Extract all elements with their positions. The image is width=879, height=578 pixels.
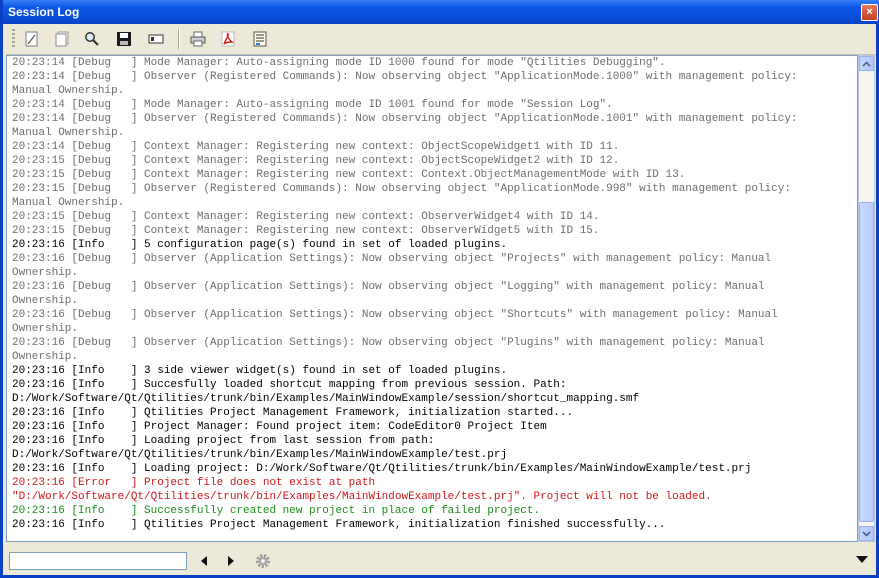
toolbar-grip[interactable] <box>12 29 15 49</box>
log-line: 20:23:15 [Debug ] Context Manager: Regis… <box>12 225 600 237</box>
bottom-bar <box>6 543 876 575</box>
log-line: 20:23:15 [Debug ] Context Manager: Regis… <box>12 155 620 167</box>
copy-icon <box>55 31 69 47</box>
scroll-down-button[interactable] <box>859 526 874 541</box>
log-line: Manual Ownership. <box>12 85 125 97</box>
log-line: 20:23:15 [Debug ] Context Manager: Regis… <box>12 211 600 223</box>
log-line: 20:23:16 [Info ] Qtilities Project Manag… <box>12 519 666 531</box>
toolbar <box>6 24 876 55</box>
log-line: 20:23:16 [Error ] Project file does not … <box>12 477 376 489</box>
log-line: Ownership. <box>12 351 79 363</box>
find-next-button[interactable] <box>223 552 239 570</box>
close-icon: × <box>866 6 873 18</box>
settings-button[interactable] <box>250 29 270 49</box>
toolbar-separator <box>178 29 180 49</box>
log-line: Ownership. <box>12 323 79 335</box>
log-line: Manual Ownership. <box>12 127 125 139</box>
select-all-icon <box>148 34 164 44</box>
select-all-button[interactable] <box>146 29 166 49</box>
vertical-scrollbar[interactable] <box>858 55 875 542</box>
scroll-up-button[interactable] <box>859 56 874 71</box>
log-line: 20:23:14 [Debug ] Observer (Registered C… <box>12 71 798 83</box>
log-line: 20:23:14 [Debug ] Observer (Registered C… <box>12 113 798 125</box>
log-line: Manual Ownership. <box>12 197 125 209</box>
log-line: 20:23:15 [Debug ] Context Manager: Regis… <box>12 169 686 181</box>
arrow-right-icon <box>228 556 234 566</box>
properties-icon <box>253 31 267 47</box>
title-bar[interactable]: Session Log × <box>3 0 879 24</box>
chevron-down-icon <box>856 556 868 563</box>
save-icon <box>117 32 131 46</box>
arrow-left-icon <box>201 556 207 566</box>
printer-icon <box>190 31 206 47</box>
log-line: Ownership. <box>12 295 79 307</box>
log-line: 20:23:16 [Debug ] Observer (Application … <box>12 281 765 293</box>
print-button[interactable] <box>188 29 208 49</box>
clear-icon <box>25 31 38 47</box>
log-text-area[interactable]: 20:23:14 [Debug ] Mode Manager: Auto-ass… <box>6 55 858 542</box>
log-line: 20:23:16 [Debug ] Observer (Application … <box>12 337 765 349</box>
find-previous-button[interactable] <box>196 552 212 570</box>
pdf-icon <box>221 31 235 47</box>
log-line: 20:23:16 [Debug ] Observer (Application … <box>12 309 778 321</box>
search-input[interactable] <box>9 552 187 570</box>
copy-button[interactable] <box>52 29 72 49</box>
save-button[interactable] <box>114 29 134 49</box>
log-line: 20:23:16 [Info ] Successfully created ne… <box>12 505 541 517</box>
export-pdf-button[interactable] <box>218 29 238 49</box>
log-line: 20:23:16 [Info ] Project Manager: Found … <box>12 421 547 433</box>
close-button[interactable]: × <box>861 4 878 21</box>
log-line: 20:23:14 [Debug ] Mode Manager: Auto-ass… <box>12 99 613 111</box>
log-line: 20:23:16 [Info ] 5 configuration page(s)… <box>12 239 508 251</box>
log-line: "D:/Work/Software/Qt/Qtilities/trunk/bin… <box>12 491 712 503</box>
log-line: 20:23:16 [Info ] Loading project: D:/Wor… <box>12 463 752 475</box>
scrollbar-thumb[interactable] <box>859 202 874 522</box>
log-line: 20:23:16 [Info ] Succesfully loaded shor… <box>12 379 567 391</box>
log-line: D:/Work/Software/Qt/Qtilities/trunk/bin/… <box>12 449 508 461</box>
log-line: D:/Work/Software/Qt/Qtilities/trunk/bin/… <box>12 393 640 405</box>
log-line: 20:23:15 [Debug ] Observer (Registered C… <box>12 183 791 195</box>
chevron-down-icon <box>862 530 871 537</box>
window-title: Session Log <box>8 5 80 19</box>
log-line: 20:23:16 [Info ] Loading project from la… <box>12 435 435 447</box>
log-line: 20:23:16 [Debug ] Observer (Application … <box>12 253 772 265</box>
find-button[interactable] <box>82 29 102 49</box>
session-log-window: Session Log × 20:23:14 [Debug] Mode Man… <box>0 0 879 578</box>
log-line: Ownership. <box>12 267 79 279</box>
log-line: 20:23:16 [Info ] Qtilities Project Manag… <box>12 407 574 419</box>
log-menu-button[interactable] <box>855 554 869 566</box>
log-line: 20:23:16 [Info ] 3 side viewer widget(s)… <box>12 365 508 377</box>
search-options-button[interactable] <box>254 552 272 570</box>
clear-log-button[interactable] <box>22 29 42 49</box>
gear-icon <box>256 554 270 568</box>
chevron-up-icon <box>862 60 871 67</box>
log-line: 20:23:14 [Debug ] Context Manager: Regis… <box>12 141 620 153</box>
log-line: 20:23:14 [Debug ] Mode Manager: Auto-ass… <box>12 57 666 69</box>
search-icon <box>85 32 99 46</box>
